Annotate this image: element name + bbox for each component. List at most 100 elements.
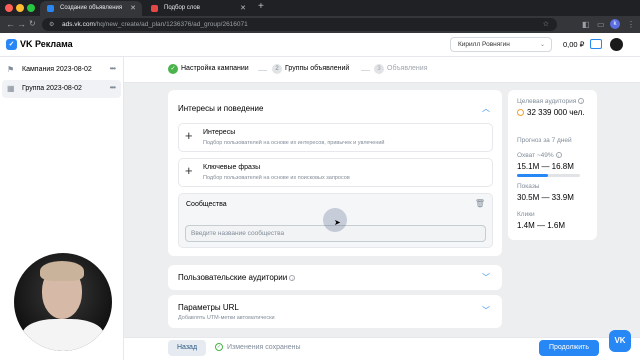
account-selector[interactable]: Кирилл Ровнягин ⌄ [450,37,552,52]
clicks-label: Клики [517,211,535,218]
user-avatar[interactable] [610,38,623,51]
chevron-down-icon[interactable]: ﹀ [482,272,490,283]
extensions-icon[interactable]: ◧ [582,20,590,29]
info-icon[interactable]: i [289,274,296,281]
check-icon: ✓ [168,64,178,74]
maximize-window-icon[interactable] [27,4,35,12]
close-tab-icon[interactable]: ✕ [130,4,136,12]
step-label: Группы объявлений [285,65,350,72]
chevron-down-icon[interactable]: ﹀ [482,305,490,316]
vk-help-chat-icon[interactable]: VK [609,330,631,352]
step-divider [258,70,267,71]
section-title-url-params: Параметры URL [178,303,239,312]
impressions-value: 30.5M — 33.9M [517,193,574,202]
bookmark-star-icon[interactable]: ☆ [543,20,549,28]
save-status-text: Изменения сохранены [227,344,301,351]
wordstat-favicon-icon [151,5,158,12]
sidebar-item-label: Группа 2023-08-02 [22,85,82,92]
info-icon[interactable]: i [578,98,585,105]
step-ad-groups[interactable]: 2 Группы объявлений [272,64,350,74]
profile-avatar[interactable]: k [610,19,620,29]
audience-label-text: Целевая аудитория [517,98,577,105]
presenter-shirt [22,319,104,351]
step-ads[interactable]: 3 Объявления [374,64,428,74]
account-name: Кирилл Ровнягин [458,41,510,48]
info-icon[interactable]: i [555,152,562,159]
close-window-icon[interactable] [5,4,13,12]
step-divider [361,70,370,71]
browser-toolbar: ← → ↻ ⚙ ads.vk.com/hq/new_create/ad_plan… [0,16,640,33]
vk-favicon-icon [47,5,54,12]
address-bar[interactable]: ⚙ ads.vk.com/hq/new_create/ad_plan/12363… [42,18,557,31]
url-params-subtitle: Добавлять UTM-метки автоматически [178,315,275,321]
sidebar-item-group[interactable]: ▦ Группа 2023-08-02 ••• [2,80,121,98]
sidebar-icon[interactable]: ▭ [597,20,605,29]
tab-title: Создание объявления [60,5,123,11]
trash-icon[interactable]: 🗑 [475,199,485,208]
sidebar-item-label: Кампания 2023-08-02 [22,66,92,73]
sidebar-item-campaign[interactable]: ⚑ Кампания 2023-08-02 ••• [2,61,121,79]
site-info-icon[interactable]: ⚙ [49,21,54,28]
presenter-webcam [14,253,112,351]
mouse-cursor-icon: ➤ [334,218,341,227]
check-circle-icon: ✓ [215,343,223,351]
audience-label: Целевая аудитория i [517,98,585,105]
impressions-label: Показы [517,183,540,190]
clicks-value: 1.4M — 1.6M [517,221,566,230]
wizard-steps: ✓ Настройка кампании 2 Группы объявлений… [124,57,640,83]
section-title-interests: Интересы и поведение [178,104,264,113]
wallet-icon[interactable] [590,39,602,49]
reach-value: 15.1M — 16.8M [517,162,574,171]
app-header: ✓ VK Реклама Кирилл Ровнягин ⌄ 0,00 ₽ [0,33,640,57]
browser-menu-icon[interactable]: ⋮ [627,20,635,29]
minimize-window-icon[interactable] [16,4,24,12]
balance-amount[interactable]: 0,00 ₽ [563,40,584,49]
audience-value: 32 339 000 чел. [527,108,585,117]
brand-name[interactable]: VK Реклама [20,39,73,49]
interests-option[interactable]: + Интересы Подбор пользователей на основ… [178,123,493,152]
step-campaign-settings[interactable]: ✓ Настройка кампании [168,64,249,74]
chevron-up-icon[interactable]: ︿ [482,103,490,114]
forward-arrow-icon[interactable]: → [17,19,26,29]
communities-title: Сообщества [186,201,227,208]
presenter-hair [40,261,84,281]
close-tab-icon[interactable]: ✕ [240,4,246,12]
option-title: Интересы [203,129,236,136]
browser-tab-bar: Создание объявления ✕ Подбор слов ✕ + [0,0,640,16]
more-options-icon[interactable]: ••• [110,83,116,92]
step-number: 3 [374,64,384,74]
url-path: /hq/new_create/ad_plan/1236376/ad_group/… [94,21,248,28]
tab-title: Подбор слов [164,5,200,11]
reach-label: Охват ~49% i [517,152,562,159]
save-status: ✓ Изменения сохранены [215,343,301,351]
reach-progress-fill [517,174,548,177]
option-subtitle: Подбор пользователей на основе их интере… [203,140,385,146]
keywords-option[interactable]: + Ключевые фразы Подбор пользователей на… [178,158,493,187]
continue-button[interactable]: Продолжить [539,340,599,356]
flag-icon: ⚑ [7,65,15,74]
step-label: Настройка кампании [181,65,249,72]
more-options-icon[interactable]: ••• [110,64,116,73]
plus-icon: + [185,128,193,143]
step-label: Объявления [387,65,428,72]
plus-icon: + [185,163,193,178]
back-button[interactable]: Назад [168,340,206,356]
option-title: Ключевые фразы [203,164,261,171]
step-number: 2 [272,64,282,74]
new-tab-plus-icon[interactable]: + [258,1,264,12]
reload-icon[interactable]: ↻ [29,19,36,28]
option-subtitle: Подбор пользователей на основе их поиско… [203,175,350,181]
reach-label-text: Охват ~49% [517,152,554,159]
reach-progress-bar [517,174,580,177]
audience-indicator-icon [517,109,524,116]
chevron-down-icon: ⌄ [539,42,545,48]
vk-ads-logo-icon[interactable]: ✓ [6,39,17,50]
browser-tab-active[interactable]: Создание объявления ✕ [40,1,142,16]
forecast-period-label: Прогноз за 7 дней [517,137,572,144]
section-title-user-audiences: Пользовательские аудитории i [178,273,296,282]
browser-tab[interactable]: Подбор слов ✕ [144,1,252,16]
user-audiences-label: Пользовательские аудитории [178,273,288,282]
back-arrow-icon[interactable]: ← [6,19,15,29]
url-host: ads.vk.com [62,21,95,28]
grid-icon: ▦ [7,84,15,93]
